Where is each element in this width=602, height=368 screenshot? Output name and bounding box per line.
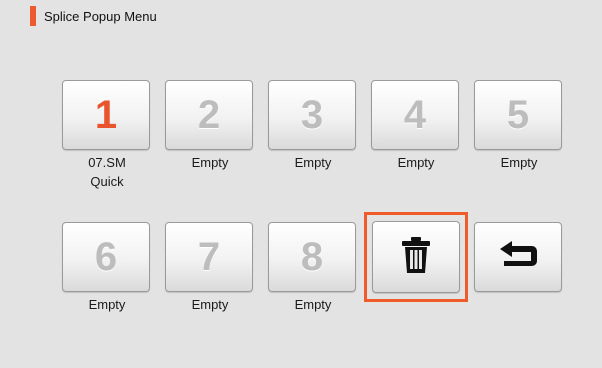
splice-slot-7: 7 Empty xyxy=(165,222,255,316)
splice-slot-5: 5 Empty xyxy=(474,80,564,174)
back-button[interactable] xyxy=(474,222,562,292)
slot-label: Empty xyxy=(397,155,435,170)
splice-slot-6-button[interactable]: 6 xyxy=(62,222,150,292)
slot-label: Empty xyxy=(294,155,332,170)
splice-slot-2: 2 Empty xyxy=(165,80,255,174)
splice-slot-3-button[interactable]: 3 xyxy=(268,80,356,150)
slot-number: 5 xyxy=(506,93,530,137)
popup-title: Splice Popup Menu xyxy=(44,8,157,24)
splice-slot-3: 3 Empty xyxy=(268,80,358,174)
splice-slot-5-button[interactable]: 5 xyxy=(474,80,562,150)
back-slot xyxy=(474,222,564,292)
title-accent-bar xyxy=(30,6,36,26)
delete-button[interactable] xyxy=(372,221,460,293)
slot-number: 2 xyxy=(197,93,221,137)
trash-icon xyxy=(399,236,433,279)
splice-slot-4: 4 Empty xyxy=(371,80,461,174)
splice-slot-8: 8 Empty xyxy=(268,222,358,316)
splice-slot-4-button[interactable]: 4 xyxy=(371,80,459,150)
slot-sublabel: Quick xyxy=(90,174,124,189)
slot-label: 07.SM xyxy=(88,155,126,170)
slot-label: Empty xyxy=(294,297,332,312)
splice-slot-8-button[interactable]: 8 xyxy=(268,222,356,292)
slot-label: Empty xyxy=(191,155,229,170)
splice-slot-2-button[interactable]: 2 xyxy=(165,80,253,150)
splice-slot-1-button[interactable]: 1 xyxy=(62,80,150,150)
slot-number: 3 xyxy=(300,93,324,137)
return-arrow-icon xyxy=(496,239,540,276)
popup-title-bar: Splice Popup Menu xyxy=(30,6,157,26)
slot-number: 8 xyxy=(300,235,324,279)
slot-label: Empty xyxy=(500,155,538,170)
slot-label: Empty xyxy=(191,297,229,312)
splice-slot-6: 6 Empty xyxy=(62,222,152,316)
delete-highlight-frame xyxy=(364,212,468,302)
slot-number: 4 xyxy=(403,93,427,137)
slot-number: 1 xyxy=(94,93,118,137)
slot-number: 6 xyxy=(94,235,118,279)
splice-slot-1: 1 07.SM Quick xyxy=(62,80,152,190)
slot-label: Empty xyxy=(88,297,126,312)
splice-slot-7-button[interactable]: 7 xyxy=(165,222,253,292)
slot-number: 7 xyxy=(197,235,221,279)
